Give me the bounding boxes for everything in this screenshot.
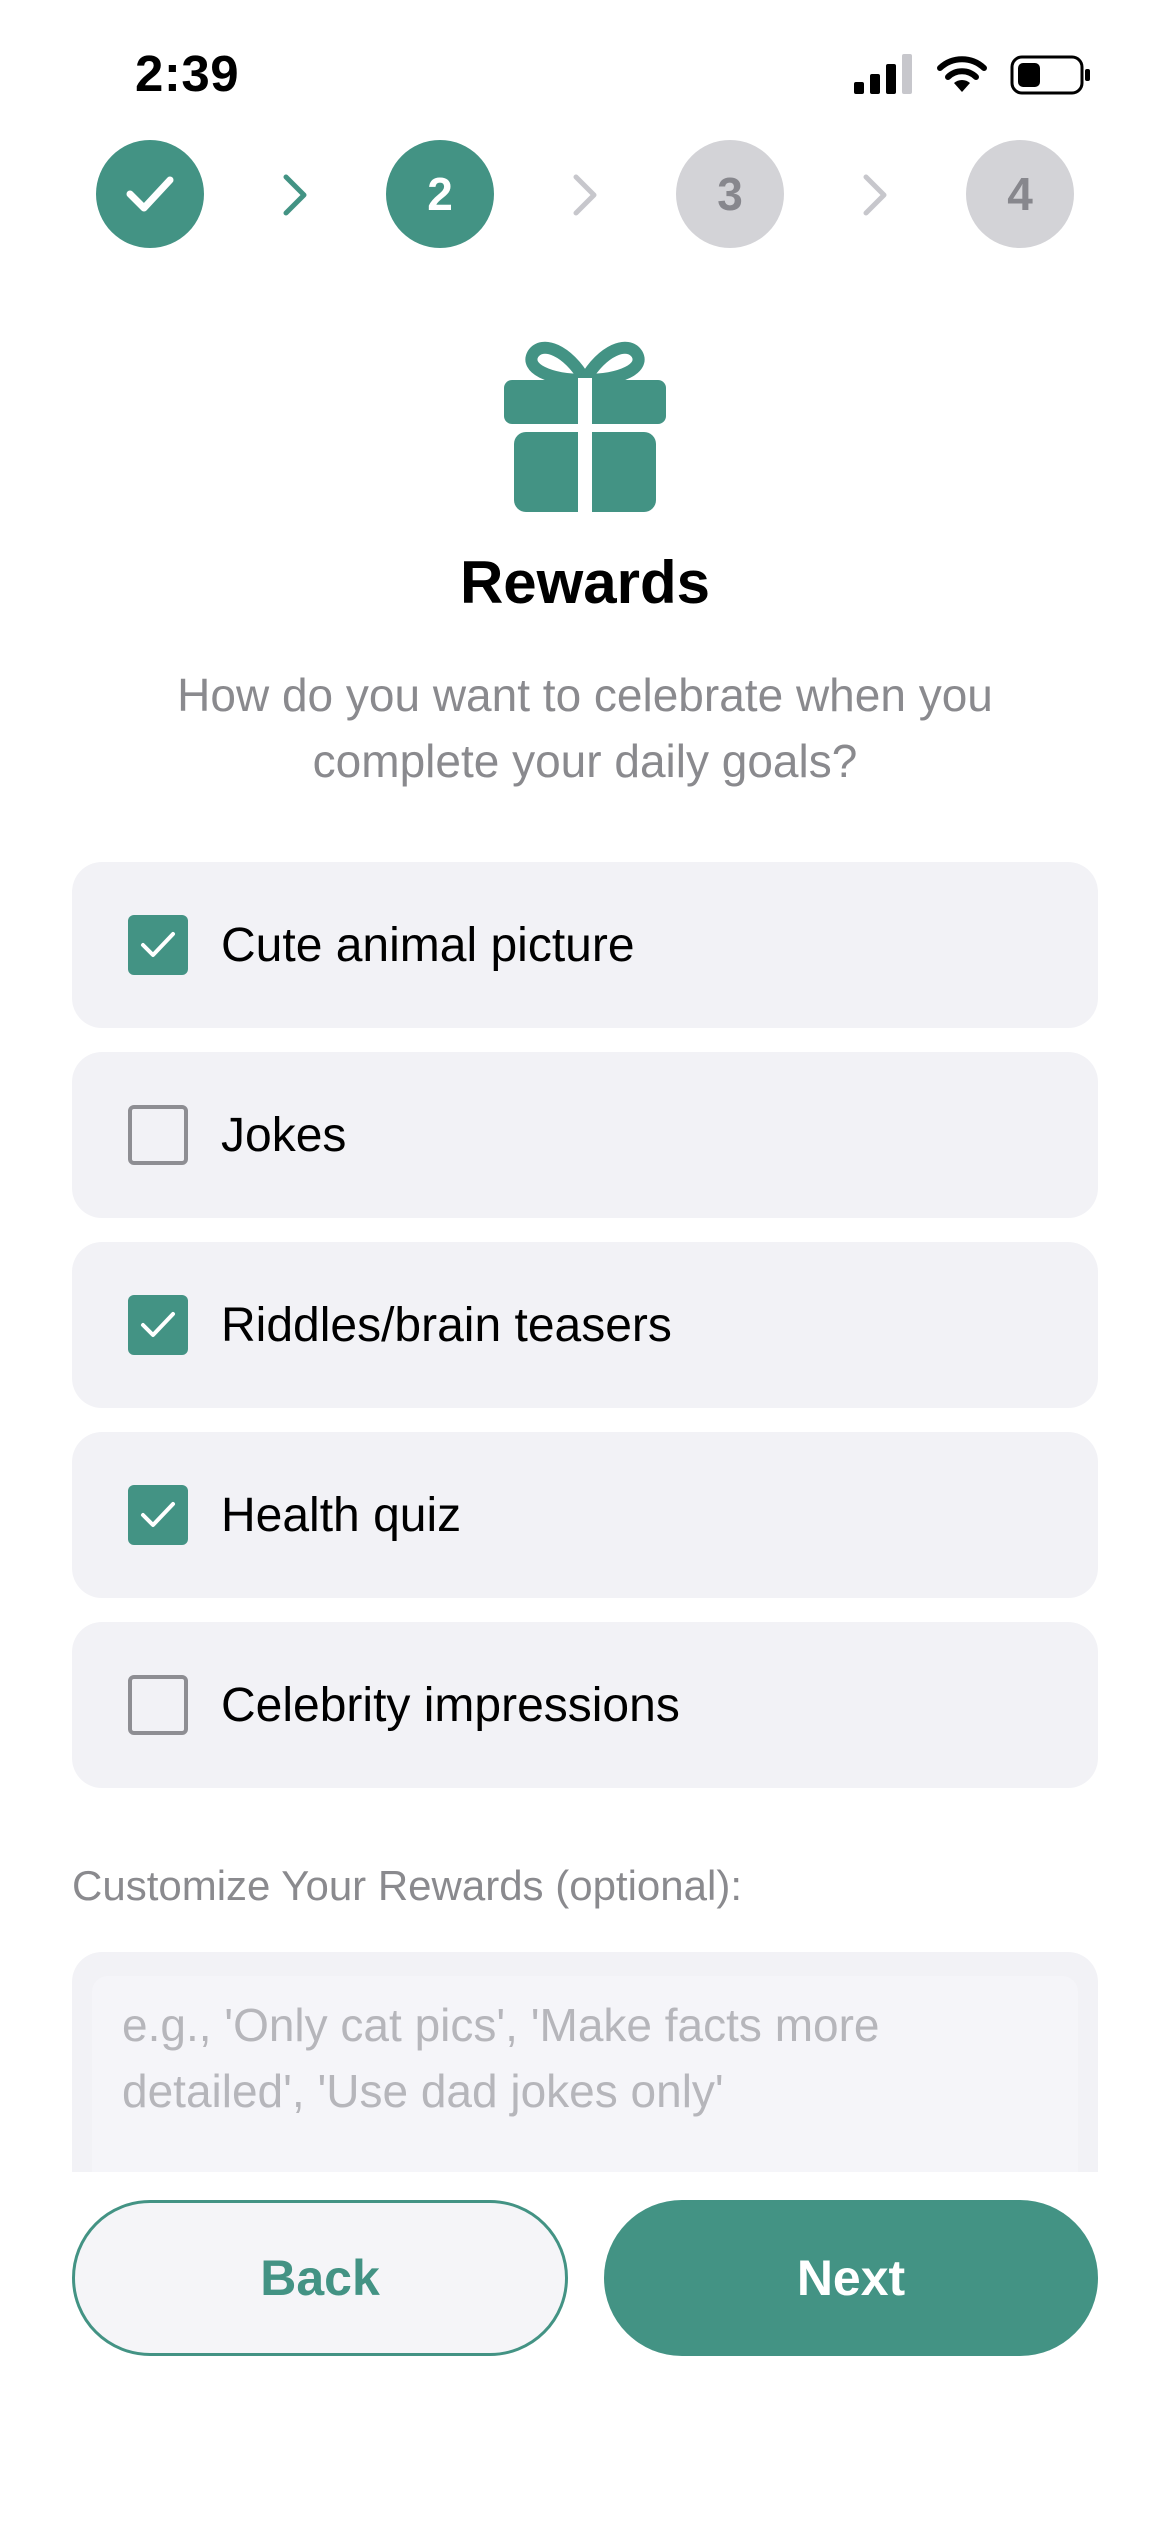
option-celebrity-impressions[interactable]: Celebrity impressions (72, 1622, 1098, 1788)
checkbox-checked[interactable] (128, 915, 188, 975)
checkbox-unchecked[interactable] (128, 1105, 188, 1165)
option-riddles-brain-teasers[interactable]: Riddles/brain teasers (72, 1242, 1098, 1408)
option-label: Riddles/brain teasers (221, 1299, 672, 1352)
page-title: Rewards (459, 549, 711, 616)
checkbox-checked[interactable] (128, 1295, 188, 1355)
customize-label: Customize Your Rewards (optional): (72, 1862, 742, 1909)
option-cute-animal-picture[interactable]: Cute animal picture (72, 862, 1098, 1028)
checkbox-checked[interactable] (128, 1485, 188, 1545)
step-1 (96, 140, 204, 248)
checkmark-icon (141, 932, 175, 957)
back-button[interactable]: Back (72, 2200, 568, 2356)
chevron-right-icon (573, 174, 597, 216)
wifi-icon (937, 56, 987, 92)
checkmark-icon (126, 176, 174, 212)
option-label: Health quiz (221, 1489, 462, 1542)
step-2: 2 (386, 140, 494, 248)
checkmark-icon (141, 1312, 175, 1337)
status-time: 2:39 (135, 45, 240, 102)
customize-rewards-input[interactable] (92, 1976, 1078, 2172)
option-jokes[interactable]: Jokes (72, 1052, 1098, 1218)
rewards-screen: 2:39 2 3 4 Rewards How do you want to ce… (0, 0, 1170, 2532)
progress-stepper: 2 3 4 (0, 140, 1170, 250)
reward-options-list: Cute animal picture Jokes Riddles/brain … (72, 862, 1098, 1812)
checkbox-unchecked[interactable] (128, 1675, 188, 1735)
gift-icon (504, 341, 666, 514)
next-button[interactable]: Next (604, 2200, 1098, 2356)
option-label: Jokes (221, 1109, 347, 1162)
option-health-quiz[interactable]: Health quiz (72, 1432, 1098, 1598)
chevron-right-icon (283, 174, 307, 216)
option-label: Celebrity impressions (221, 1679, 680, 1732)
step-4: 4 (966, 140, 1074, 248)
chevron-right-icon (863, 174, 887, 216)
cellular-signal-icon (854, 54, 912, 94)
page-subtitle: How do you want to celebrate when you co… (177, 669, 993, 787)
step-3: 3 (676, 140, 784, 248)
customize-card (72, 1952, 1098, 2172)
battery-icon (1010, 55, 1090, 95)
bottom-action-bar: Back Next (0, 2172, 1170, 2532)
status-bar: 2:39 (0, 0, 1170, 150)
checkmark-icon (141, 1502, 175, 1527)
option-label: Cute animal picture (221, 919, 635, 972)
